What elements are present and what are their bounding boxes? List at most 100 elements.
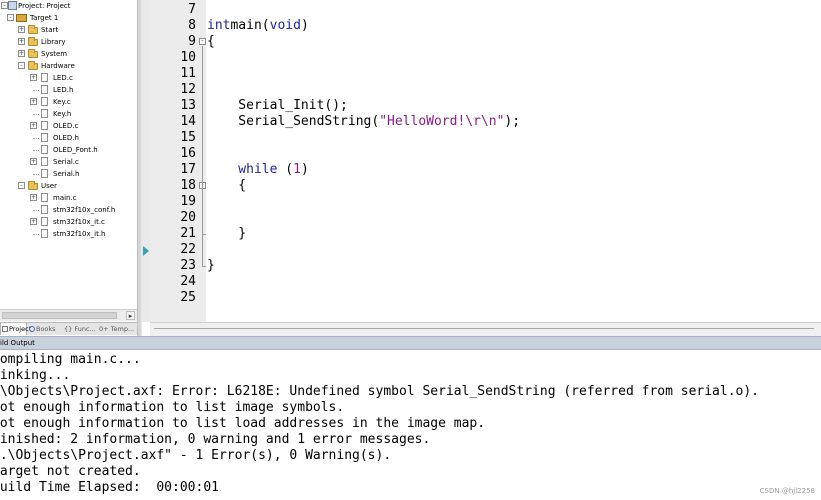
file-icon: [41, 97, 48, 106]
tree-file-label: main.c: [53, 194, 77, 202]
editor-horizontal-scrollbar[interactable]: [150, 322, 821, 336]
build-output-header: ild Output: [0, 336, 821, 350]
tree-file-label: Serial.c: [53, 158, 79, 166]
tree-group-label: Library: [41, 38, 66, 46]
code-token: (: [277, 162, 294, 177]
tree-group-label: User: [41, 182, 57, 190]
line-number: 25: [180, 290, 196, 305]
code-line[interactable]: Serial_Init();: [207, 98, 348, 114]
tab-project[interactable]: Project: [0, 323, 31, 335]
tree-file-label: Serial.h: [53, 170, 80, 178]
code-line[interactable]: }: [207, 258, 215, 274]
line-number: 9: [188, 34, 196, 49]
collapse-toggle-icon[interactable]: -: [1, 2, 8, 9]
code-line[interactable]: }: [207, 226, 246, 242]
build-output-title: ild Output: [0, 339, 35, 347]
build-output-panel[interactable]: compiling main.c...linking....\Objects\P…: [0, 350, 821, 500]
tree-group-label: System: [41, 50, 68, 58]
code-area[interactable]: [206, 0, 821, 322]
line-number: 10: [180, 50, 196, 65]
panel-tabs: Project Books {} Func... 0+ Temp...: [0, 322, 137, 335]
tree-connector: [33, 210, 39, 211]
folder-icon: [28, 25, 38, 34]
file-icon: [41, 73, 48, 82]
line-number: 23: [180, 258, 196, 273]
line-number: 11: [180, 66, 196, 81]
code-token: int: [207, 18, 231, 33]
line-number: 13: [180, 98, 196, 113]
file-icon: [41, 193, 48, 202]
expand-toggle-icon[interactable]: +: [18, 26, 25, 33]
code-token: }: [207, 258, 215, 273]
scrollbar-thumb[interactable]: [2, 312, 117, 319]
folder-icon: [28, 181, 38, 190]
code-token: ): [300, 162, 309, 177]
tree-file-label: OLED_Font.h: [53, 146, 98, 154]
expand-toggle-icon[interactable]: +: [30, 158, 37, 165]
tab-templates[interactable]: 0+ Temp...: [98, 323, 137, 335]
file-icon: [41, 85, 48, 94]
collapse-toggle-icon[interactable]: -: [7, 14, 14, 21]
scroll-right-arrow-icon[interactable]: ▸: [126, 311, 135, 320]
code-line[interactable]: {: [207, 34, 215, 50]
code-token: ): [300, 18, 309, 33]
expand-toggle-icon[interactable]: +: [30, 194, 37, 201]
build-output-line: .\Objects\Project.axf: Error: L6218E: Un…: [0, 384, 760, 399]
code-token: Serial_Init();: [207, 98, 348, 113]
tree-target-label: Target 1: [30, 14, 59, 22]
code-line[interactable]: while (1): [207, 162, 309, 178]
tree-connector: [33, 234, 39, 235]
tree-horizontal-scrollbar[interactable]: ▸: [0, 309, 137, 321]
code-editor[interactable]: 7 8 intmain(void) 9-{10 11 12 13 Serial_Init()…: [142, 0, 821, 336]
line-number: 15: [180, 130, 196, 145]
tree-file-label: Key.c: [53, 98, 71, 106]
current-line-arrow-icon: [143, 246, 149, 256]
expand-toggle-icon[interactable]: +: [30, 74, 37, 81]
tree-file-label: stm32f10x_it.h: [53, 230, 106, 238]
expand-toggle-icon[interactable]: +: [30, 122, 37, 129]
code-token: {: [207, 178, 247, 193]
folder-icon: [28, 49, 38, 58]
tab-functions[interactable]: {} Func...: [63, 323, 97, 335]
file-icon: [41, 217, 48, 226]
tab-templates-label: 0+ Temp...: [99, 325, 135, 333]
code-line[interactable]: intmain(void): [207, 18, 309, 34]
file-icon: [41, 205, 48, 214]
code-line[interactable]: {: [207, 178, 246, 194]
tree-connector: [33, 174, 39, 175]
file-icon: [41, 229, 48, 238]
code-token: main(: [230, 18, 270, 33]
line-number: 22: [180, 242, 196, 257]
expand-toggle-icon[interactable]: +: [18, 50, 25, 57]
expand-toggle-icon[interactable]: +: [30, 98, 37, 105]
line-number: 8: [188, 18, 196, 33]
tree-group-label: Hardware: [41, 62, 75, 70]
expand-toggle-icon[interactable]: -: [18, 62, 25, 69]
code-token: while: [207, 162, 278, 177]
tree-connector: [33, 150, 39, 151]
code-token: "HelloWord!\r\n": [379, 114, 505, 129]
expand-toggle-icon[interactable]: +: [18, 38, 25, 45]
fold-guide-end: [202, 266, 206, 267]
line-number: 17: [180, 162, 196, 177]
tree-file-label: OLED.h: [53, 134, 79, 142]
code-line[interactable]: Serial_SendString("HelloWord!\r\n");: [207, 114, 520, 130]
line-number: 7: [188, 2, 196, 17]
expand-toggle-icon[interactable]: -: [18, 182, 25, 189]
tab-books[interactable]: Books: [28, 323, 62, 335]
build-output-line: ".\Objects\Project.axf" - 1 Error(s), 0 …: [0, 448, 392, 463]
tree-group-label: Start: [41, 26, 59, 34]
target-icon: [16, 14, 27, 22]
tree-root-label: Project: Project: [18, 2, 71, 10]
line-number: 24: [180, 274, 196, 289]
breakpoint-margin[interactable]: [142, 0, 150, 322]
expand-toggle-icon[interactable]: +: [30, 218, 37, 225]
file-icon: [41, 121, 48, 130]
tab-functions-label: {} Func...: [64, 325, 96, 333]
fold-collapse-icon[interactable]: -: [199, 38, 206, 45]
watermark: CSDN @hjl2258: [759, 487, 815, 495]
project-icon: [8, 1, 17, 10]
file-icon: [41, 133, 48, 142]
code-token: void: [269, 18, 301, 33]
line-number: 16: [180, 146, 196, 161]
